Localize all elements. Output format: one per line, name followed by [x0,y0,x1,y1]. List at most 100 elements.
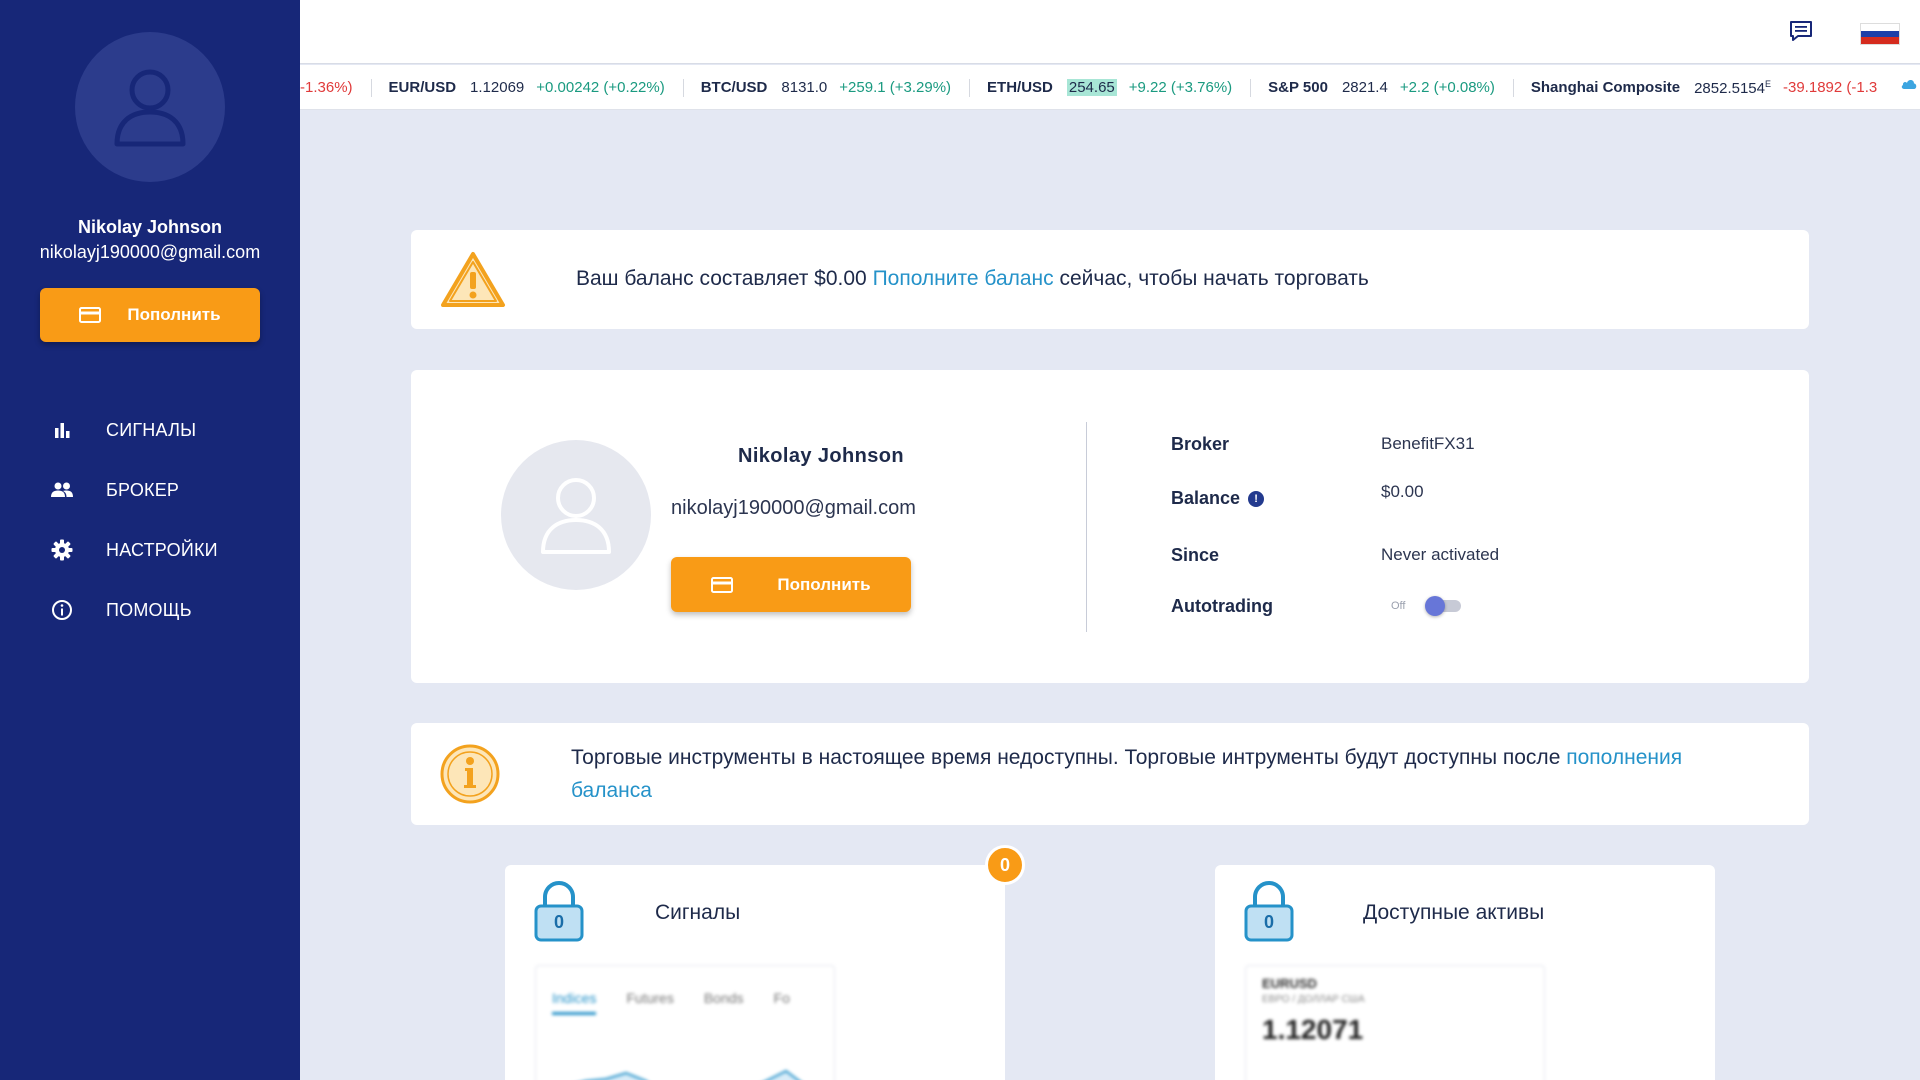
ticker-change: +9.22 (+3.76%) [1128,79,1233,96]
sidebar-item-label: СИГНАЛЫ [106,419,197,440]
sidebar-item-signals[interactable]: СИГНАЛЫ [0,400,300,460]
flag-stripe-blue [1861,30,1899,38]
balance-warning-text: Ваш баланс составляет $0.00 Пополните ба… [576,267,1369,291]
ticker-symbol: EUR/USD [388,79,457,96]
ticker-tape[interactable]: -1.36%) EUR/USD 1.12069 +0.00242 (+0.22%… [300,65,1920,110]
user-icon [541,478,611,554]
signals-title: Сигналы [655,901,741,924]
balance-warning-card: Ваш баланс составляет $0.00 Пополните ба… [411,230,1809,329]
sidebar-item-label: ПОМОЩЬ [106,599,192,620]
lock-icon: 0 [533,881,585,948]
preview-tab: Futures [626,990,674,1006]
info-icon [50,598,74,622]
ticker-item[interactable]: BTC/USD 8131.0 +259.1 (+3.29%) [684,78,971,97]
warning-text-after: сейчас, чтобы начать торговать [1053,267,1369,290]
ticker-price: 254.65 [1066,79,1117,96]
sidebar-item-settings[interactable]: НАСТРОЙКИ [0,520,300,580]
balance-label-wrap: Balance! [1171,488,1265,509]
sidebar-item-label: НАСТРОЙКИ [106,539,218,560]
lock-icon: 0 [1243,881,1295,948]
profile-avatar[interactable] [501,440,651,590]
preview-price: 1.12071 [1262,1014,1364,1045]
preview-tab: Bonds [703,990,744,1006]
preview-tab: Indices [552,990,597,1015]
preview-subtitle: ЕВРО / ДОЛЛАР США [1262,994,1365,1005]
ticker-item[interactable]: ETH/USD 254.65 +9.22 (+3.76%) [970,78,1252,97]
broker-value: BenefitFX31 [1381,434,1475,453]
people-icon [50,478,74,502]
assets-title: Доступные активы [1363,901,1545,924]
sidebar: Nikolay Johnson nikolayj190000@gmail.com… [0,0,300,1080]
profile-card: Nikolay Johnson nikolayj190000@gmail.com… [411,370,1809,683]
credit-card-icon [79,307,102,323]
assets-preview: EURUSD ЕВРО / ДОЛЛАР США 1.12071 [1245,965,1545,1080]
sidebar-item-broker[interactable]: БРОКЕР [0,460,300,520]
balance-info-icon[interactable]: ! [1248,491,1265,508]
ticker-symbol: S&P 500 [1268,79,1328,96]
toggle-knob [1425,596,1445,616]
ticker-price: 8131.0 [781,79,828,96]
ticker-item[interactable]: Shanghai Composite 2852.5154E -39.1892 (… [1514,79,1895,97]
autotrading-label: Autotrading [1171,596,1273,616]
autotrading-state-label: Off [1391,600,1406,612]
ticker-change: +0.00242 (+0.22%) [536,79,665,96]
signals-lock-count: 0 [553,912,564,932]
preview-chart [1246,1066,1545,1080]
since-value: Never activated [1381,545,1500,564]
sidebar-avatar[interactable] [75,32,225,182]
balance-label: Balance [1171,488,1241,508]
broker-label: Broker [1171,434,1230,454]
sidebar-item-label: БРОКЕР [106,479,180,500]
ticker-price: 2852.5154E [1694,79,1771,97]
ticker-change: +2.2 (+0.08%) [1399,79,1495,96]
profile-divider [1086,422,1087,632]
since-label: Since [1171,545,1220,565]
sidebar-user-email: nikolayj190000@gmail.com [39,242,261,262]
sidebar-topup-label: Пополнить [127,305,221,324]
sidebar-item-help[interactable]: ПОМОЩЬ [0,580,300,640]
ticker-price: 2821.4 [1341,79,1388,96]
sidebar-topup-button[interactable]: Пополнить [40,288,260,342]
ticker-change: -39.1892 (-1.3 [1783,79,1878,96]
sidebar-user-name: Nikolay Johnson [77,217,223,237]
preview-tab: Fo [773,990,790,1006]
language-flag-icon[interactable] [1860,23,1900,45]
profile-topup-label: Пополнить [777,574,871,594]
user-icon [114,69,186,147]
ticker-symbol: Shanghai Composite [1530,79,1681,96]
top-bar [300,0,1920,64]
preview-tabs: Indices Futures Bonds Fo [536,966,834,1015]
signals-card[interactable]: 0 Сигналы Indices Futures Bonds Fo [505,865,1005,1080]
ticker-price-sup: E [1764,78,1771,89]
notice-text-body: Торговые инструменты в настоящее время н… [571,746,1567,769]
signals-preview: Indices Futures Bonds Fo [535,965,835,1080]
instruments-notice-text: Торговые инструменты в настоящее время н… [571,741,1761,807]
info-circle-icon [439,743,501,810]
profile-topup-button[interactable]: Пополнить [671,557,911,612]
ticker-item[interactable]: EUR/USD 1.12069 +0.00242 (+0.22%) [372,78,684,97]
ticker-item[interactable]: -1.36%) [300,78,372,97]
autotrading-toggle[interactable] [1425,596,1465,616]
ticker-price-value: 2852.5154 [1694,79,1765,97]
gear-icon [50,538,74,562]
preview-chart [585,1069,800,1080]
ticker-change: -1.36%) [300,79,353,96]
profile-name: Nikolay Johnson [737,445,905,467]
ticker-item[interactable]: S&P 500 2821.4 +2.2 (+0.08%) [1251,78,1514,97]
cloud-icon[interactable] [1900,77,1918,96]
preview-symbol: EURUSD [1262,976,1317,991]
ticker-change: +259.1 (+3.29%) [839,79,952,96]
flag-stripe-red [1861,37,1899,44]
ticker-symbol: ETH/USD [987,79,1053,96]
warning-text-before: Ваш баланс составляет $0.00 [576,267,873,290]
warning-icon [439,250,507,315]
sidebar-nav: СИГНАЛЫ БРОКЕР НАСТРОЙКИ ПОМОЩЬ [0,400,300,640]
bar-chart-icon [50,418,74,442]
chat-icon[interactable] [1789,20,1813,47]
flag-stripe-white [1861,24,1899,31]
signals-count-badge: 0 [985,845,1025,885]
available-assets-card[interactable]: 0 Доступные активы EURUSD ЕВРО / ДОЛЛАР … [1215,865,1715,1080]
instruments-notice-card: Торговые инструменты в настоящее время н… [411,723,1809,825]
assets-lock-count: 0 [1263,912,1274,932]
topup-balance-link[interactable]: Пополните баланс [873,267,1054,290]
